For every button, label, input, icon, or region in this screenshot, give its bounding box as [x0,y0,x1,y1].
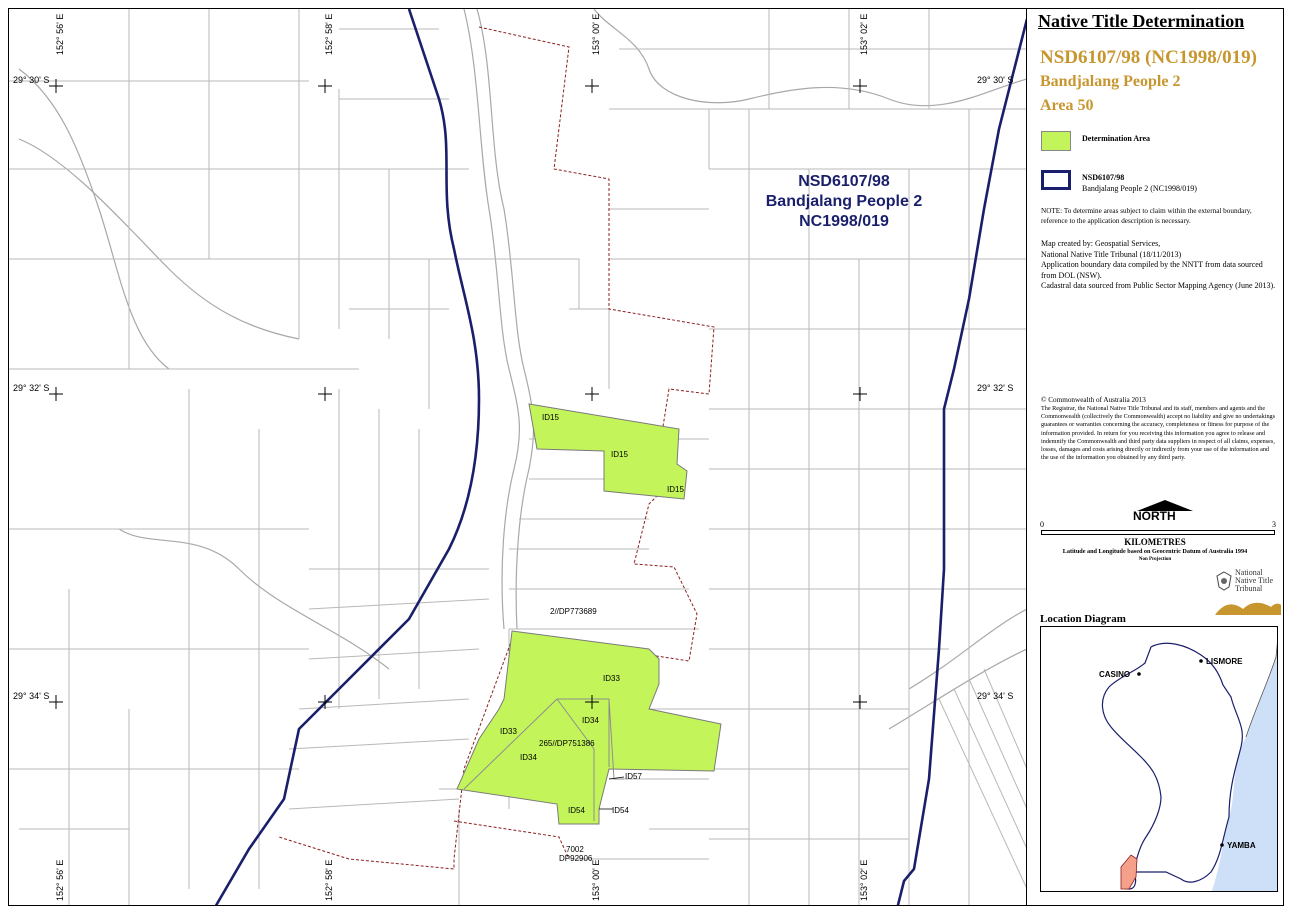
legend-panel: Native Title Determination NSD6107/98 (N… [1027,9,1283,905]
lon-bottom-1: 152° 56' E [55,859,65,901]
application-outline [1101,642,1243,890]
lon-bottom-3: 153° 00' E [591,859,601,901]
application-number: NSD6107/98 (NC1998/019) [1040,47,1257,68]
lon-top-2: 152° 58' E [324,13,334,55]
scale-start: 0 [1040,520,1044,529]
lon-bottom-2: 152° 58' E [324,859,334,901]
copyright: © Commonwealth of Australia 2013 [1041,396,1146,404]
parcel-label[interactable]: ID54 [568,806,585,815]
main-map[interactable]: 152° 56' E 152° 58' E 153° 00' E 153° 02… [9,9,1027,905]
lon-bottom-4: 153° 02' E [859,859,869,901]
note-text: NOTE: To determine areas subject to clai… [1041,207,1252,225]
parcel-label[interactable]: 7002 [566,845,584,854]
parcel-label[interactable]: ID15 [542,413,559,422]
north-label: NORTH [1133,509,1176,523]
credits: Map created by: Geospatial Services, Nat… [1041,239,1276,290]
determination-area-swatch [1041,131,1071,151]
area-name: Area 50 [1040,97,1094,114]
lat-left-2: 29° 32' S [13,383,50,393]
parcel-label[interactable]: 2//DP773689 [550,607,597,616]
location-map [1101,642,1277,891]
disclaimer: The Registrar, the National Native Title… [1041,405,1276,462]
lat-right-1: 29° 30' S [977,75,1014,85]
scale-unit: KILOMETRES [1124,537,1186,547]
town-lismore: LISMORE [1206,657,1243,666]
lon-top-1: 152° 56' E [55,13,65,55]
parcel-label[interactable]: ID57 [625,772,642,781]
lon-top-3: 153° 00' E [591,13,601,55]
lon-top-4: 153° 02' E [859,13,869,55]
logo-text: National Native Title Tribunal [1235,568,1274,593]
cadastral-layer [9,9,1026,905]
parcel-label[interactable]: ID34 [520,753,537,762]
crest-icon [1216,571,1232,591]
application-label: NSD6107/98 Bandjalang People 2 NC1998/01… [765,173,923,230]
page-title: Native Title Determination [1038,11,1245,31]
scale-end: 3 [1272,520,1276,529]
location-diagram[interactable]: LISMORE CASINO YAMBA [1040,626,1278,892]
town-casino: CASINO [1099,670,1131,679]
lat-right-2: 29° 32' S [977,383,1014,393]
parcel-label[interactable]: ID54 [612,806,629,815]
parcel-label[interactable]: ID33 [603,674,620,683]
boundary-label: NSD6107/98 Bandjalang People 2 (NC1998/0… [1082,173,1197,193]
parcel-label[interactable]: ID33 [500,727,517,736]
lat-right-3: 29° 34' S [977,691,1014,701]
datum-note: Latitude and Longitude based on Geocentr… [1062,548,1248,555]
parcel-label[interactable]: ID15 [611,450,628,459]
lat-left-3: 29° 34' S [13,691,50,701]
tribunal-logo-icon [1215,602,1281,615]
parcel-label[interactable]: 265//DP751386 [539,739,595,748]
location-diagram-title: Location Diagram [1040,613,1126,625]
boundary-swatch [1041,170,1071,190]
people-name: Bandjalang People 2 [1040,73,1181,90]
parcel-label[interactable]: ID15 [667,485,684,494]
town-yamba: YAMBA [1227,841,1256,850]
parcel-label[interactable]: DP92906 [559,854,592,863]
projection-note: Non Projection [1138,557,1172,562]
parcel-label[interactable]: ID34 [582,716,599,725]
lat-left-1: 29° 30' S [13,75,50,85]
scale-bar [1041,530,1275,535]
determination-area-label: Determination Area [1082,134,1151,143]
map-sheet: 152° 56' E 152° 58' E 153° 00' E 153° 02… [8,8,1284,906]
